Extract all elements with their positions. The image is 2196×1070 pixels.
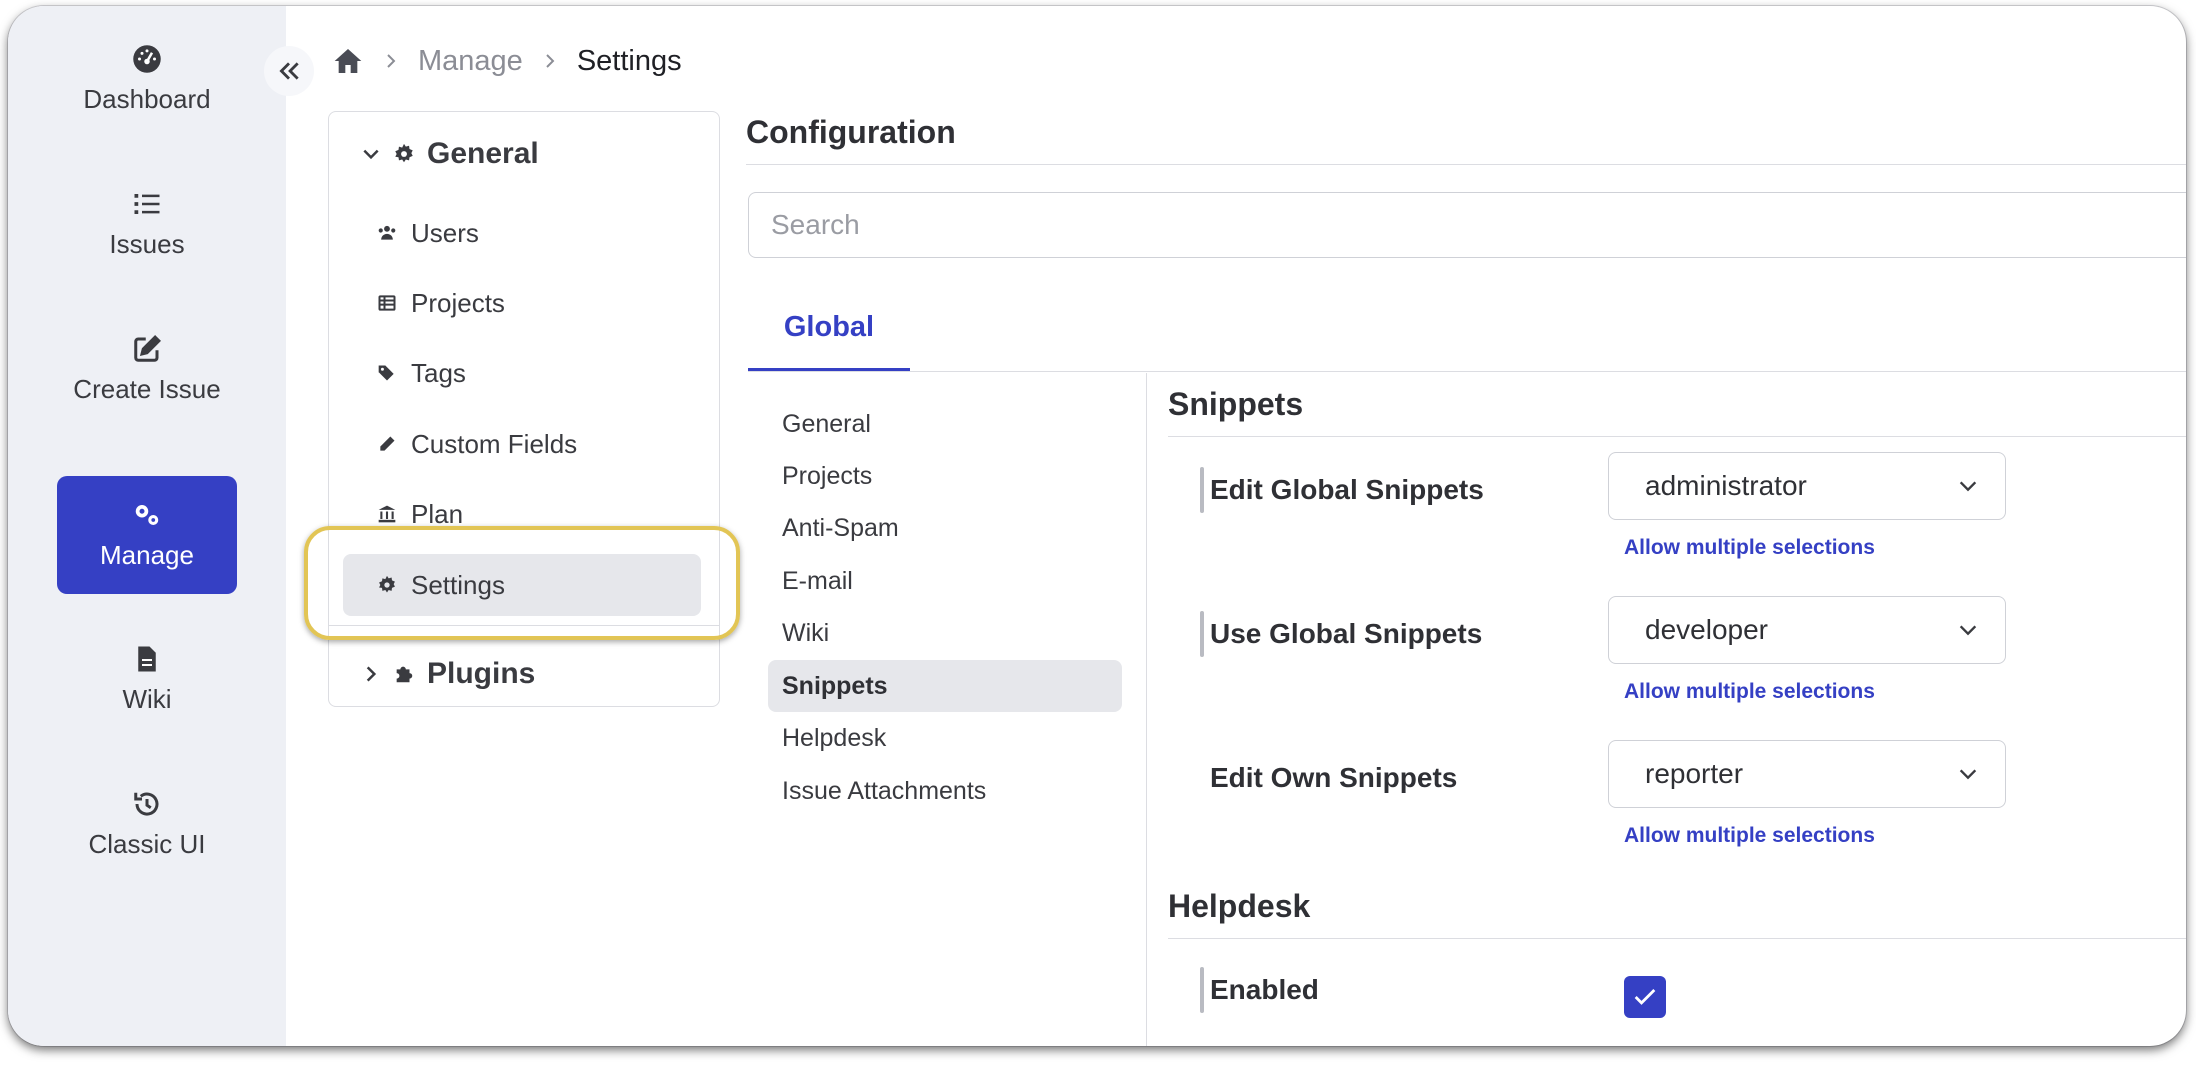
puzzle-icon: [396, 666, 413, 683]
setting-label-edit-global-snippets: Edit Global Snippets: [1210, 474, 1484, 505]
tab-divider: [748, 371, 2186, 372]
page-title: Configuration: [746, 114, 956, 150]
rail-label-wiki: Wiki: [122, 683, 172, 714]
list-icon: [134, 193, 160, 214]
check-icon: [1634, 989, 1656, 1005]
search-input[interactable]: [748, 192, 2186, 258]
left-rail: Dashboard Issues Create Issue Manage Wik…: [8, 6, 286, 1046]
rail-item-issues[interactable]: Issues: [57, 165, 237, 283]
home-icon[interactable]: [332, 45, 364, 77]
tree-item-label: Plan: [411, 498, 464, 529]
collapse-sidebar-button[interactable]: [264, 46, 314, 96]
rail-label-classic-ui: Classic UI: [88, 828, 206, 859]
changed-marker: [1200, 967, 1204, 1013]
settings-tree: General Users Projects Tags Custom Field…: [328, 111, 720, 707]
tree-divider: [329, 625, 719, 626]
edit-icon: [134, 334, 161, 362]
section-title-helpdesk: Helpdesk: [1168, 888, 1311, 924]
category-helpdesk[interactable]: Helpdesk: [768, 712, 1122, 764]
tree-item-tags[interactable]: Tags: [343, 342, 701, 404]
gear-icon: [395, 143, 413, 163]
chevron-right-icon: [366, 666, 377, 682]
rail-item-create-issue[interactable]: Create Issue: [57, 310, 237, 428]
setting-label-use-global-snippets: Use Global Snippets: [1210, 618, 1483, 649]
allow-multiple-link[interactable]: Allow multiple selections: [1624, 536, 1875, 560]
rail-item-dashboard[interactable]: Dashboard: [57, 20, 237, 138]
category-email[interactable]: E-mail: [768, 555, 1122, 607]
chevron-down-icon: [1959, 481, 1977, 492]
enabled-checkbox[interactable]: [1624, 976, 1666, 1018]
tree-group-general-label: General: [427, 137, 539, 170]
allow-multiple-link[interactable]: Allow multiple selections: [1624, 680, 1875, 704]
tree-item-projects[interactable]: Projects: [343, 272, 701, 334]
category-general[interactable]: General: [768, 398, 1122, 450]
setting-label-enabled: Enabled: [1210, 974, 1319, 1005]
tree-item-label: Tags: [411, 357, 466, 388]
edit-global-snippets-select[interactable]: administrator: [1608, 452, 2006, 520]
tree-item-label: Settings: [411, 569, 505, 600]
users-icon: [378, 225, 396, 240]
dashboard-icon: [133, 44, 161, 73]
tree-item-label: Projects: [411, 287, 505, 318]
cogs-icon: [135, 504, 159, 525]
changed-marker: [1200, 467, 1204, 513]
select-value: developer: [1645, 614, 1768, 645]
table-icon: [378, 295, 396, 311]
rail-label-dashboard: Dashboard: [83, 83, 211, 114]
pencil-icon: [380, 436, 395, 451]
category-issue-attachments[interactable]: Issue Attachments: [768, 765, 1122, 817]
chevron-right-icon: [387, 54, 396, 68]
category-divider: [1146, 373, 1147, 1046]
category-projects[interactable]: Projects: [768, 450, 1122, 502]
rail-item-classic-ui[interactable]: Classic UI: [57, 765, 237, 883]
section-title-snippets: Snippets: [1168, 386, 1304, 422]
edit-own-snippets-select[interactable]: reporter: [1608, 740, 2006, 808]
category-wiki[interactable]: Wiki: [768, 607, 1122, 659]
tree-item-label: Users: [411, 217, 479, 248]
tree-group-plugins-label: Plugins: [427, 657, 536, 690]
select-value: reporter: [1645, 758, 1744, 789]
breadcrumb-current: Settings: [576, 44, 682, 77]
section-divider: [1168, 436, 2186, 437]
tree-item-label: Custom Fields: [411, 428, 578, 459]
section-divider: [1168, 938, 2186, 939]
tree-item-custom-fields[interactable]: Custom Fields: [343, 413, 701, 475]
rail-label-create-issue: Create Issue: [73, 373, 221, 404]
tree-group-general[interactable]: General: [361, 134, 539, 174]
tags-icon: [378, 365, 394, 381]
rail-item-manage[interactable]: Manage: [57, 476, 237, 594]
chevron-right-icon: [546, 54, 555, 68]
rail-item-wiki[interactable]: Wiki: [57, 620, 237, 738]
app-window: Dashboard Issues Create Issue Manage Wik…: [8, 6, 2186, 1046]
chevron-down-icon: [1959, 769, 1977, 780]
rail-label-manage: Manage: [100, 539, 194, 570]
use-global-snippets-select[interactable]: developer: [1608, 596, 2006, 664]
bank-icon: [378, 505, 396, 523]
breadcrumb-manage[interactable]: Manage: [418, 45, 523, 78]
category-anti-spam[interactable]: Anti-Spam: [768, 502, 1122, 554]
allow-multiple-link[interactable]: Allow multiple selections: [1624, 824, 1875, 848]
breadcrumb: Manage Settings: [332, 36, 682, 86]
double-chevron-left-icon: [279, 62, 299, 80]
history-icon: [134, 792, 159, 816]
select-value: administrator: [1645, 470, 1807, 501]
tree-item-settings[interactable]: Settings: [343, 554, 701, 616]
title-divider: [746, 164, 2186, 165]
chevron-down-icon: [363, 149, 379, 160]
category-snippets[interactable]: Snippets: [768, 660, 1122, 712]
chevron-down-icon: [1959, 625, 1977, 636]
rail-label-issues: Issues: [109, 228, 185, 259]
gear-icon: [379, 575, 395, 593]
tree-item-plan[interactable]: Plan: [343, 483, 701, 545]
tab-global[interactable]: Global: [748, 286, 910, 372]
document-icon: [138, 646, 156, 671]
changed-marker: [1200, 611, 1204, 657]
tree-group-plugins[interactable]: Plugins: [361, 654, 535, 694]
tree-item-users[interactable]: Users: [343, 202, 701, 264]
setting-label-edit-own-snippets: Edit Own Snippets: [1210, 762, 1458, 793]
